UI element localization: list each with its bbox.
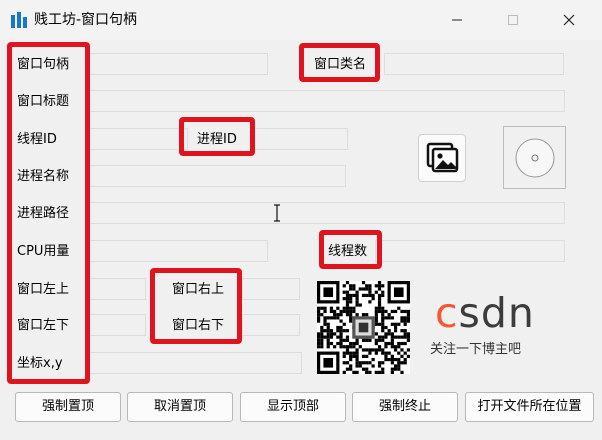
- show-top-button[interactable]: 显示顶部: [240, 392, 346, 422]
- close-icon: [563, 14, 575, 26]
- maximize-icon: [508, 15, 518, 25]
- csdn-logo-c: c: [435, 289, 459, 337]
- follow-text: 关注一下博主吧: [430, 342, 522, 357]
- highlight-thread-count: [319, 230, 382, 269]
- highlight-window-right: [150, 268, 242, 344]
- qr-code-icon: [317, 281, 410, 374]
- window-title: 贱工坊-窗口句柄: [34, 12, 138, 28]
- highlight-left-labels: [7, 42, 90, 384]
- window-top-left-field[interactable]: [88, 278, 146, 300]
- window-class-field[interactable]: [384, 53, 564, 75]
- highlight-window-class: [299, 43, 380, 82]
- window-top-right-field[interactable]: [242, 278, 300, 300]
- window-bottom-left-field[interactable]: [88, 314, 146, 336]
- minimize-icon: [452, 19, 462, 21]
- circle-icon: [515, 138, 554, 177]
- csdn-logo: csdn: [435, 289, 535, 337]
- window-handle-field[interactable]: [88, 53, 268, 75]
- app-logo-icon: [11, 12, 27, 28]
- close-button[interactable]: [546, 4, 592, 36]
- process-id-field[interactable]: [250, 128, 348, 150]
- window-icon-preview: [503, 126, 566, 189]
- maximize-button[interactable]: [490, 4, 536, 36]
- title-bar: 贱工坊-窗口句柄: [0, 0, 602, 40]
- cpu-usage-field[interactable]: [88, 240, 268, 262]
- image-icon: [426, 142, 459, 173]
- window-bottom-right-field[interactable]: [242, 314, 300, 336]
- text-cursor-icon: [274, 204, 280, 222]
- process-name-field[interactable]: [88, 165, 346, 187]
- highlight-process-id: [179, 117, 255, 156]
- coordinates-field[interactable]: [88, 352, 302, 374]
- minimize-button[interactable]: [434, 4, 480, 36]
- thread-id-field[interactable]: [88, 128, 188, 150]
- force-terminate-button[interactable]: 强制终止: [352, 392, 458, 422]
- csdn-logo-rest: sdn: [458, 289, 535, 337]
- cancel-top-button[interactable]: 取消置顶: [127, 392, 233, 422]
- force-top-button[interactable]: 强制置顶: [15, 392, 121, 422]
- image-button[interactable]: [418, 134, 466, 182]
- process-path-field[interactable]: [88, 202, 565, 224]
- thread-count-field[interactable]: [375, 240, 565, 262]
- open-file-location-button[interactable]: 打开文件所在位置: [465, 392, 594, 422]
- window-title-field[interactable]: [88, 90, 565, 112]
